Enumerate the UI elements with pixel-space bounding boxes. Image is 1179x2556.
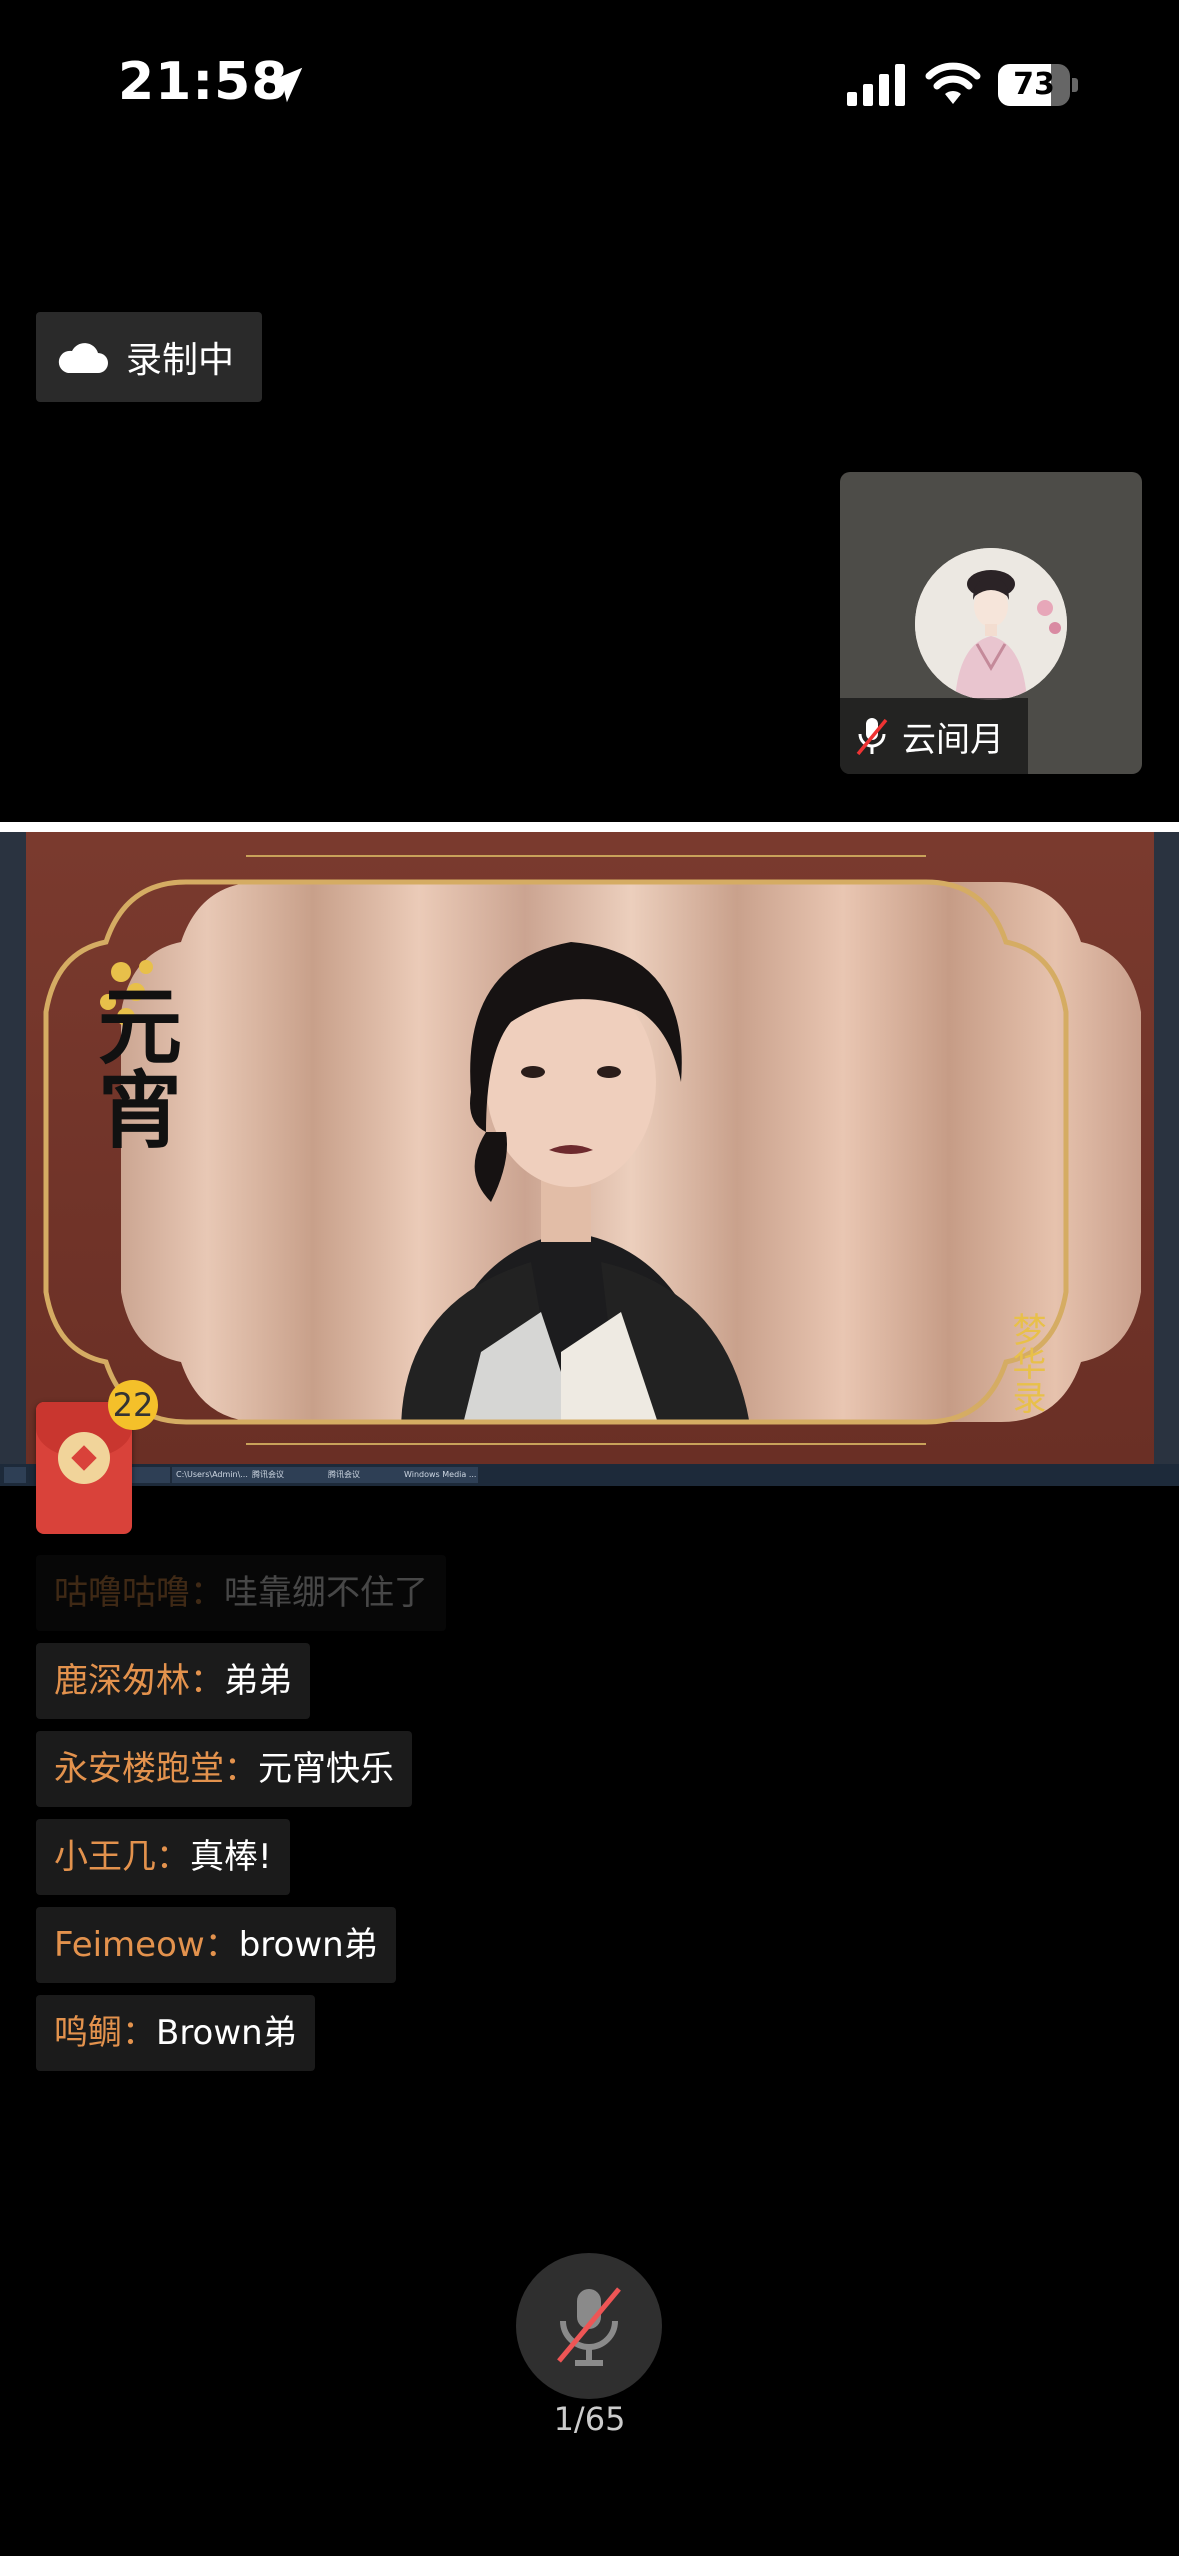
chat-username: 鹿深匆林： [54,1661,224,1701]
chat-text: 元宵快乐 [258,1749,394,1789]
chat-item: 鸣鲷：Brown弟 [36,1995,736,2083]
recording-label: 录制中 [126,340,235,381]
chat-username: Feimeow： [54,1925,239,1965]
chat-text: 弟弟 [224,1661,292,1701]
cellular-signal-icon [847,64,905,106]
mic-muted-icon [856,718,888,756]
chat-text: brown弟 [238,1925,378,1965]
recording-badge[interactable]: 录制中 [36,312,262,402]
chat-text: 哇靠绷不住了 [224,1573,428,1613]
participant-tile[interactable]: 云间月 [840,472,1142,774]
chat-text: Brown弟 [156,2013,297,2053]
corner-glyphs: 梦华录 [1006,1312,1046,1414]
chat-item: 永安楼跑堂：元宵快乐 [36,1731,736,1819]
participant-name: 云间月 [902,719,1004,760]
mic-toggle-button[interactable] [516,2253,662,2399]
chat-item: 小王几：真棒! [36,1819,736,1907]
title-glyphs: 元宵 [85,982,184,1150]
battery-percent: 73 [1013,67,1055,102]
chat-username: 永安楼跑堂： [54,1749,258,1789]
chat-item: Feimeow：brown弟 [36,1907,736,1995]
cloud-icon [58,343,108,373]
wifi-icon [925,62,981,104]
taskbar: C:\Users\Admin\... 腾讯会议 腾讯会议 Windows Med… [0,1464,1179,1486]
taskbar-item[interactable]: 腾讯会议 [324,1467,402,1483]
participant-avatar [915,548,1067,700]
taskbar-item[interactable]: 腾讯会议 [248,1467,326,1483]
taskbar-item[interactable]: C:\Users\Admin\... [172,1467,250,1483]
battery-indicator: 73 [998,64,1080,106]
taskbar-item[interactable]: Windows Media ... [400,1467,478,1483]
mic-muted-icon [557,2287,621,2366]
chat-list[interactable]: 咕噜咕噜：哇靠绷不住了 鹿深匆林：弟弟 永安楼跑堂：元宵快乐 小王几：真棒! F… [36,1555,736,2083]
location-arrow-icon [267,67,303,103]
chat-username: 小王几： [54,1837,190,1877]
chat-item: 鹿深匆林：弟弟 [36,1643,736,1731]
chat-item: 咕噜咕噜：哇靠绷不住了 [36,1555,736,1643]
taskbar-start[interactable] [4,1467,26,1483]
page-count: 1/65 [553,2400,626,2438]
screen-content: 元宵 梦华录 [26,832,1154,1464]
chat-username: 鸣鲷： [54,2013,156,2053]
participant-name-bar: 云间月 [840,698,1028,774]
chat-username: 咕噜咕噜： [54,1573,224,1613]
chat-text: 真棒! [190,1837,272,1877]
shared-screen[interactable]: 元宵 梦华录 C:\Users\Admin\... 腾讯会议 腾讯会议 Wind… [0,822,1179,1486]
red-packet-count-badge: 22 [108,1380,158,1430]
